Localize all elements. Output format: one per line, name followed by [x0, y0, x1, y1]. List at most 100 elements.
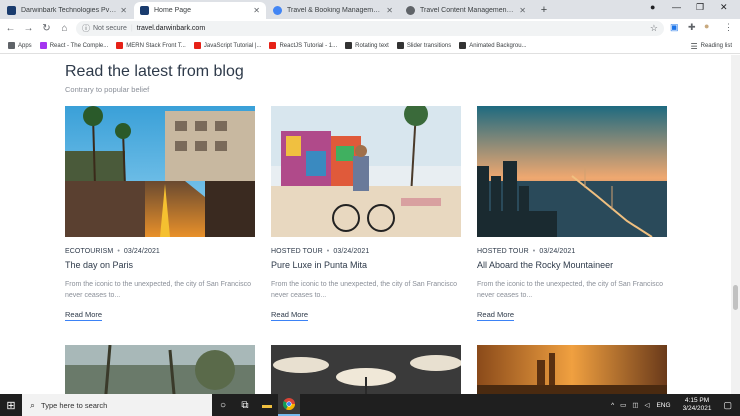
bookmark-rotating-text[interactable]: Rotating text [345, 42, 389, 49]
bookmark-label: React - The Comple... [49, 42, 109, 49]
bookmark-apps[interactable]: Apps [8, 42, 32, 49]
bookmark-javascript[interactable]: JavaScript Tutorial |... [193, 42, 261, 49]
system-tray: ^ ▭ ◫ ◁ ENG 4:15 PM 3/24/2021 ▢ [608, 394, 736, 416]
file-explorer-icon[interactable]: ▬ [256, 400, 278, 411]
bookmark-mern[interactable]: MERN Stack Front T... [116, 42, 186, 49]
tab-title: Travel Content Management Syst [420, 7, 516, 14]
clock-time: 4:15 PM [684, 397, 710, 404]
url-text: travel.darwinbark.com [136, 25, 206, 32]
volume-icon[interactable]: ◁ [644, 401, 649, 409]
city-bridge-photo-icon [477, 106, 667, 237]
post-date: 03/24/2021 [539, 248, 576, 255]
forest-photo-icon [65, 345, 255, 394]
task-view-icon[interactable]: ⧉ [234, 400, 256, 411]
post-date: 03/24/2021 [123, 248, 160, 255]
battery-icon[interactable]: ▭ [620, 401, 626, 409]
read-more-link[interactable]: Read More [477, 310, 515, 321]
tab-favicon [7, 6, 16, 15]
address-bar[interactable]: ⓘ Not secure | travel.darwinbark.com ☆ [76, 21, 664, 36]
bookmarks-bar: Apps React - The Comple... MERN Stack Fr… [0, 38, 740, 54]
bookmark-animated[interactable]: Animated Backgrou... [459, 42, 527, 49]
bookmark-slider[interactable]: Slider transitions [396, 42, 452, 49]
cyclist-photo-icon [271, 106, 461, 237]
chrome-icon[interactable] [278, 394, 300, 416]
bookmark-react[interactable]: React - The Comple... [39, 42, 109, 49]
blog-image-row2-3[interactable] [477, 345, 667, 394]
page-content: Read the latest from blog Contrary to po… [0, 55, 740, 394]
maximize-icon[interactable]: ❐ [696, 2, 704, 13]
blog-image-paris[interactable] [65, 106, 255, 237]
meta-dot: • [532, 248, 536, 255]
bookmark-label: MERN Stack Front T... [126, 42, 186, 49]
notification-icon[interactable]: ▢ [723, 400, 732, 411]
post-category[interactable]: HOSTED TOUR [477, 248, 529, 255]
new-tab-button[interactable]: + [534, 2, 554, 19]
tab-travel-content[interactable]: Travel Content Management Syst ✕ [400, 2, 532, 19]
close-icon[interactable]: ✕ [519, 6, 526, 15]
post-meta: ECOTOURISM • 03/24/2021 [65, 248, 255, 255]
home-icon[interactable]: ⌂ [57, 23, 72, 34]
taskbar-clock[interactable]: 4:15 PM 3/24/2021 [683, 397, 712, 413]
read-more-link[interactable]: Read More [271, 310, 309, 321]
bookmark-label: Slider transitions [406, 42, 452, 49]
close-icon[interactable]: ✕ [386, 6, 393, 15]
windows-start-icon[interactable]: ⊞ [0, 399, 22, 412]
page-scrollbar[interactable] [731, 55, 740, 394]
tab-title: Travel & Booking Management S [287, 7, 383, 14]
blog-card: ECOTOURISM • 03/24/2021 The day on Paris F… [65, 106, 255, 322]
scrollbar-thumb[interactable] [733, 285, 738, 310]
tab-travel-booking[interactable]: Travel & Booking Management S ✕ [267, 2, 399, 19]
menu-icon[interactable]: ⋮ [724, 22, 733, 33]
taskbar-search[interactable]: ⌕ Type here to search [22, 394, 212, 416]
close-icon[interactable]: ✕ [120, 6, 127, 15]
language-indicator[interactable]: ENG [656, 402, 670, 409]
udemy-icon [39, 42, 47, 49]
forward-icon[interactable]: → [21, 23, 36, 34]
tab-strip: Darwinbark Technologies Pvt. Ltd ✕ Home … [0, 0, 740, 19]
tab-home-page[interactable]: Home Page ✕ [134, 2, 266, 19]
chevron-up-icon[interactable]: ^ [611, 402, 614, 409]
post-category[interactable]: ECOTOURISM [65, 248, 113, 255]
post-excerpt: From the iconic to the unexpected, the c… [271, 281, 457, 299]
blog-image-punta-mita[interactable] [271, 106, 461, 237]
back-icon[interactable]: ← [3, 23, 18, 34]
windows-taskbar: ⊞ ⌕ Type here to search ○ ⧉ ▬ ^ ▭ ◫ ◁ EN… [0, 394, 740, 416]
bookmark-label: Apps [18, 42, 32, 49]
read-more-link[interactable]: Read More [65, 310, 103, 321]
post-title[interactable]: Pure Luxe in Punta Mita [271, 260, 461, 270]
cortana-icon[interactable]: ○ [212, 400, 234, 411]
youtube-icon [193, 42, 201, 49]
post-title[interactable]: All Aboard the Rocky Mountaineer [477, 260, 667, 270]
reading-list-button[interactable]: ☰ Reading list [690, 38, 732, 54]
blog-image-row2-2[interactable] [271, 345, 461, 394]
blog-image-rocky-mountaineer[interactable] [477, 106, 667, 237]
close-window-icon[interactable]: ✕ [720, 2, 728, 13]
extension-new-icon[interactable]: ▣ [670, 22, 679, 33]
profile-dot-icon[interactable]: ● [650, 2, 655, 12]
minimize-icon[interactable]: — [672, 2, 681, 12]
post-category[interactable]: HOSTED TOUR [271, 248, 323, 255]
bookmark-star-icon[interactable]: ☆ [650, 23, 658, 34]
meta-dot: • [326, 248, 330, 255]
post-title[interactable]: The day on Paris [65, 260, 255, 270]
close-icon[interactable]: ✕ [253, 6, 260, 15]
section-heading: Read the latest from blog [65, 63, 244, 80]
avatar[interactable]: ● [704, 21, 709, 31]
clock-date: 3/24/2021 [682, 405, 712, 412]
bookmark-reactjs[interactable]: ReactJS Tutorial - 1... [269, 42, 337, 49]
youtube-icon [116, 42, 124, 49]
tab-title: Darwinbark Technologies Pvt. Ltd [21, 7, 117, 14]
sunset-city-photo-icon [477, 345, 667, 394]
bookmark-label: ReactJS Tutorial - 1... [279, 42, 338, 49]
bookmark-label: Rotating text [355, 42, 389, 49]
blog-card: HOSTED TOUR • 03/24/2021 Pure Luxe in Punt… [271, 106, 461, 322]
blog-image-row2-1[interactable] [65, 345, 255, 394]
reload-icon[interactable]: ↻ [39, 23, 54, 34]
puzzle-icon[interactable]: ✚ [688, 22, 696, 33]
tab-darwinbark[interactable]: Darwinbark Technologies Pvt. Ltd ✕ [1, 2, 133, 19]
street-photo-icon [65, 106, 255, 237]
search-icon: ⌕ [30, 399, 36, 410]
browser-toolbar: ← → ↻ ⌂ ⓘ Not secure | travel.darwinbark… [0, 19, 740, 38]
network-icon[interactable]: ◫ [632, 401, 638, 409]
info-icon[interactable]: ⓘ [82, 23, 90, 34]
